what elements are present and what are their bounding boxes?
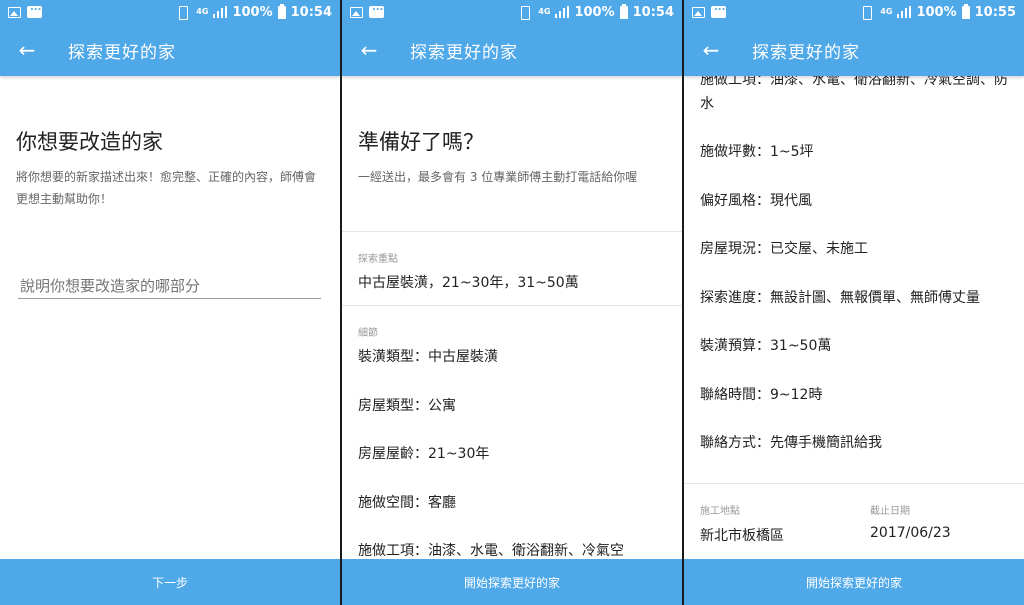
- app-bar-title: 探索更好的家: [410, 42, 518, 63]
- back-button[interactable]: ←: [684, 24, 738, 76]
- clock: 10:54: [632, 4, 674, 20]
- detail-row: 裝潢預算：31~50萬: [700, 338, 832, 354]
- page-description: 一經送出，最多會有 3 位專業師傅主動打電話給你喔: [358, 170, 638, 184]
- vibrate-icon: [517, 6, 533, 20]
- app-bar-title: 探索更好的家: [752, 42, 860, 63]
- detail-row: 房屋類型：公寓: [358, 397, 456, 414]
- detail-row: 裝潢類型：中古屋裝潢: [358, 349, 498, 365]
- details-label: 細節: [358, 328, 378, 339]
- detail-row: 施做工項：油漆、水電、衛浴翻新、冷氣空調、防水: [700, 76, 1008, 112]
- network-type: 4G: [538, 7, 551, 16]
- battery-icon: [277, 3, 286, 19]
- battery-icon: [961, 3, 970, 19]
- content: 施做工項：油漆、水電、衛浴翻新、冷氣空調、防水 施做坪數：1~5坪 偏好風格：現…: [684, 76, 1024, 559]
- back-button[interactable]: ←: [0, 24, 54, 76]
- divider: [342, 231, 682, 232]
- back-button[interactable]: ←: [342, 24, 396, 76]
- app-bar: ← 探索更好的家: [342, 24, 682, 76]
- content: 準備好了嗎？ 一經送出，最多會有 3 位專業師傅主動打電話給你喔 探索重點 中古…: [342, 76, 682, 559]
- home-description-input[interactable]: [18, 273, 321, 299]
- arrow-left-icon: ←: [702, 38, 720, 62]
- status-bar: 4G 100% 10:55: [684, 0, 1024, 24]
- detail-row: 施做坪數：1~5坪: [700, 144, 814, 160]
- detail-row: 房屋現況：已交屋、未施工: [700, 241, 868, 257]
- arrow-left-icon: ←: [18, 38, 36, 62]
- battery-percent: 100%: [232, 4, 273, 20]
- arrow-left-icon: ←: [360, 38, 378, 62]
- network-type: 4G: [196, 7, 209, 16]
- screen-confirm: 4G 100% 10:54 ← 探索更好的家 準備好了嗎？ 一經送出，最多會有 …: [342, 0, 682, 605]
- vibrate-icon: [175, 6, 191, 20]
- start-search-button[interactable]: 開始探索更好的家: [684, 559, 1024, 605]
- gallery-notification-icon: [692, 6, 705, 18]
- detail-row: 聯絡方式：先傳手機簡訊給我: [700, 435, 882, 451]
- network-type: 4G: [880, 7, 893, 16]
- signal-icon: [555, 6, 570, 18]
- message-notification-icon: [369, 2, 384, 18]
- clock: 10:54: [290, 4, 332, 20]
- message-notification-icon: [27, 2, 42, 18]
- detail-row: 施做工項：油漆、水電、衛浴翻新、冷氣空: [358, 543, 624, 559]
- app-bar-title: 探索更好的家: [68, 42, 176, 63]
- next-button[interactable]: 下一步: [0, 559, 340, 605]
- screen-describe-home: 4G 100% 10:54 ← 探索更好的家 你想要改造的家 將你想要的新家描述…: [0, 0, 340, 605]
- start-search-button[interactable]: 開始探索更好的家: [342, 559, 682, 605]
- vibrate-icon: [859, 6, 875, 20]
- due-date-label: 截止日期: [870, 506, 910, 517]
- due-date-value: 2017/06/23: [870, 525, 951, 541]
- detail-row: 探索進度：無設計圖、無報價單、無師傅丈量: [700, 289, 980, 306]
- battery-percent: 100%: [574, 4, 615, 20]
- divider: [684, 483, 1024, 484]
- detail-row: 偏好風格：現代風: [700, 192, 812, 209]
- details-list: 裝潢類型：中古屋裝潢 房屋類型：公寓 房屋屋齡：21~30年 施做空間：客廳 施…: [358, 346, 624, 559]
- detail-row: 房屋屋齡：21~30年: [358, 446, 490, 462]
- clock: 10:55: [974, 4, 1016, 20]
- screen-confirm-scrolled: 4G 100% 10:55 ← 探索更好的家 施做工項：油漆、水電、衛浴翻新、冷…: [684, 0, 1024, 605]
- status-bar: 4G 100% 10:54: [0, 0, 340, 24]
- location-value: 新北市板橋區: [700, 528, 784, 544]
- focus-label: 探索重點: [358, 254, 398, 265]
- signal-icon: [213, 6, 228, 18]
- divider: [342, 305, 682, 306]
- page-description: 將你想要的新家描述出來！愈完整、正確的內容，師傅會更想主動幫助你！: [16, 170, 317, 206]
- gallery-notification-icon: [350, 6, 363, 18]
- detail-row: 聯絡時間：9~12時: [700, 386, 823, 403]
- signal-icon: [897, 6, 912, 18]
- content: 你想要改造的家 將你想要的新家描述出來！愈完整、正確的內容，師傅會更想主動幫助你…: [0, 76, 340, 559]
- detail-row: 施做空間：客廳: [358, 494, 456, 511]
- message-notification-icon: [711, 2, 726, 18]
- status-bar: 4G 100% 10:54: [342, 0, 682, 24]
- app-bar: ← 探索更好的家: [0, 24, 340, 76]
- page-title: 你想要改造的家: [16, 130, 163, 154]
- details-list: 施做工項：油漆、水電、衛浴翻新、冷氣空調、防水 施做坪數：1~5坪 偏好風格：現…: [700, 76, 1014, 480]
- app-bar: ← 探索更好的家: [684, 24, 1024, 76]
- gallery-notification-icon: [8, 6, 21, 18]
- battery-percent: 100%: [916, 4, 957, 20]
- location-label: 施工地點: [700, 506, 740, 517]
- page-title: 準備好了嗎？: [358, 130, 484, 154]
- focus-value: 中古屋裝潢，21~30年，31~50萬: [358, 275, 579, 291]
- battery-icon: [619, 3, 628, 19]
